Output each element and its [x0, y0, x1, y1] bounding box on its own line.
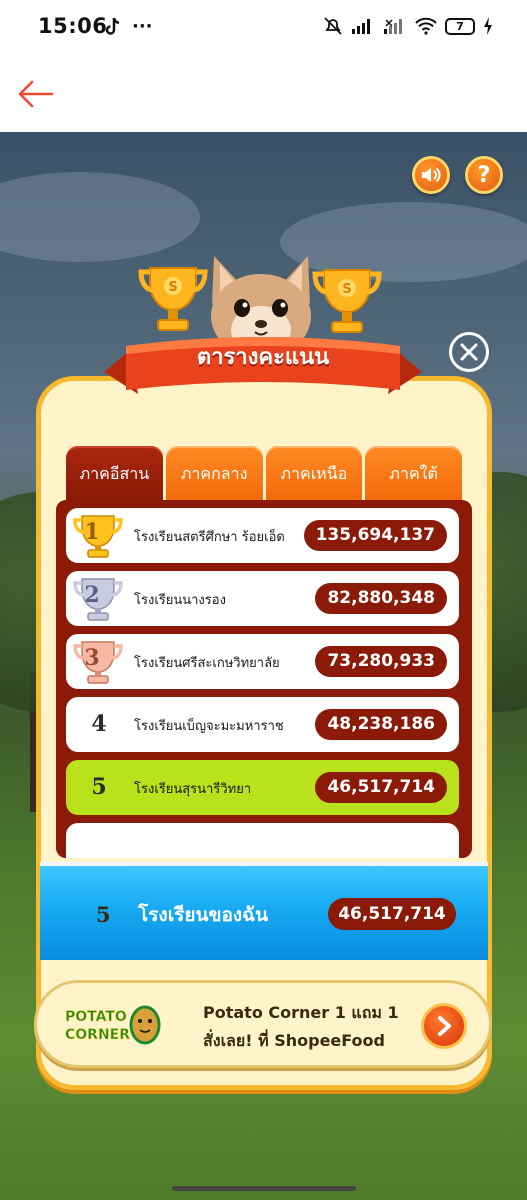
- rank-number: 1: [84, 519, 100, 545]
- potato-corner-logo: POTATO CORNER: [61, 1003, 161, 1047]
- leaderboard-list: 1 โรงเรียนสตรีศึกษา ร้อยเอ็ด 135,694,137…: [66, 508, 462, 858]
- score-badge: 48,238,186: [315, 709, 447, 740]
- status-time: 15:06: [38, 14, 108, 38]
- close-button[interactable]: [449, 332, 489, 372]
- trophy-right-icon: S: [312, 269, 382, 333]
- tab-isan[interactable]: ภาคอีสาน: [66, 446, 163, 500]
- status-right-icons: 7: [323, 16, 493, 36]
- svg-text:POTATO: POTATO: [65, 1009, 127, 1025]
- my-school-name: โรงเรียนของฉัน: [138, 904, 269, 926]
- leaderboard-row: 2 โรงเรียนนางรอง 82,880,348: [66, 571, 459, 626]
- score-badge: 73,280,933: [315, 646, 447, 677]
- school-name: โรงเรียนเบ็ญจะมะมหาราช: [134, 719, 284, 734]
- svg-text:S: S: [168, 280, 177, 295]
- rank-number: 2: [84, 582, 100, 608]
- trophy-left-icon: S: [138, 267, 208, 331]
- help-icon: ?: [477, 162, 491, 188]
- close-icon: [460, 343, 478, 361]
- school-name: โรงเรียนนางรอง: [134, 593, 226, 608]
- home-indicator[interactable]: [172, 1186, 356, 1191]
- chevron-right-icon: [438, 1016, 451, 1036]
- my-score-badge: 46,517,714: [328, 898, 456, 930]
- status-left-icons: ···: [104, 16, 153, 37]
- rank-number: 4: [91, 711, 107, 737]
- speaker-icon: [422, 167, 441, 183]
- status-bar: 15:06 ··· 7: [0, 0, 527, 58]
- ad-title: Potato Corner 1 แถม 1: [203, 1003, 399, 1022]
- rank-number: 3: [84, 645, 100, 671]
- more-notifications-icon: ···: [132, 16, 153, 37]
- leaderboard-row: 3 โรงเรียนศรีสะเกษวิทยาลัย 73,280,933: [66, 634, 459, 689]
- ad-go-button[interactable]: [421, 1003, 467, 1049]
- svg-text:CORNER: CORNER: [65, 1027, 130, 1043]
- ad-subtitle: สั่งเลย! ที่ ShopeeFood: [203, 1031, 385, 1050]
- leaderboard-row-current: 5 โรงเรียนสุรนารีวิทยา 46,517,714: [66, 760, 459, 815]
- charging-icon: [484, 17, 492, 35]
- battery-icon: 7: [445, 17, 475, 35]
- my-rank-number: 5: [96, 902, 111, 927]
- leaderboard-list-frame[interactable]: 1 โรงเรียนสตรีศึกษา ร้อยเอ็ด 135,694,137…: [56, 500, 472, 858]
- leaderboard-row: 1 โรงเรียนสตรีศึกษา ร้อยเอ็ด 135,694,137: [66, 508, 459, 563]
- mute-icon: [324, 17, 342, 35]
- sound-button[interactable]: [412, 156, 450, 194]
- page-title: ตารางคะแนน: [196, 345, 330, 370]
- score-badge: 82,880,348: [315, 583, 447, 614]
- school-name: โรงเรียนศรีสะเกษวิทยาลัย: [134, 656, 280, 671]
- help-button[interactable]: ?: [465, 156, 503, 194]
- signal-2-icon: [384, 19, 402, 34]
- leaderboard-row: 4 โรงเรียนเบ็ญจะมะมหาราช 48,238,186: [66, 697, 459, 752]
- ad-banner[interactable]: POTATO CORNER Potato Corner 1 แถม 1 สั่ง…: [34, 980, 492, 1068]
- arrow-left-icon: [18, 80, 54, 108]
- back-button[interactable]: [16, 74, 56, 114]
- app-header: [0, 58, 527, 132]
- background-cloud: [0, 172, 200, 262]
- svg-text:S: S: [342, 282, 351, 297]
- leaderboard-row-partial: [66, 823, 459, 858]
- my-school-bar: 5 โรงเรียนของฉัน 46,517,714: [40, 862, 488, 960]
- signal-icon: [352, 19, 370, 34]
- school-name: โรงเรียนสตรีศึกษา ร้อยเอ็ด: [134, 530, 285, 545]
- tab-central[interactable]: ภาคกลาง: [165, 446, 263, 500]
- tab-south[interactable]: ภาคใต้: [365, 446, 462, 500]
- tiktok-icon: [105, 17, 120, 35]
- school-name: โรงเรียนสุรนารีวิทยา: [134, 782, 252, 797]
- tab-north[interactable]: ภาคเหนือ: [265, 446, 363, 500]
- wifi-icon: [415, 17, 437, 35]
- score-badge: 46,517,714: [315, 772, 447, 803]
- region-tabs: ภาคอีสาน ภาคกลาง ภาคเหนือ ภาคใต้: [66, 446, 462, 500]
- rank-number: 5: [91, 774, 107, 800]
- score-badge: 135,694,137: [303, 520, 447, 551]
- game-area: ? S S ตารางคะแนน ภาคอีสาน ภาคกลาง ภาคเหน…: [0, 132, 527, 1200]
